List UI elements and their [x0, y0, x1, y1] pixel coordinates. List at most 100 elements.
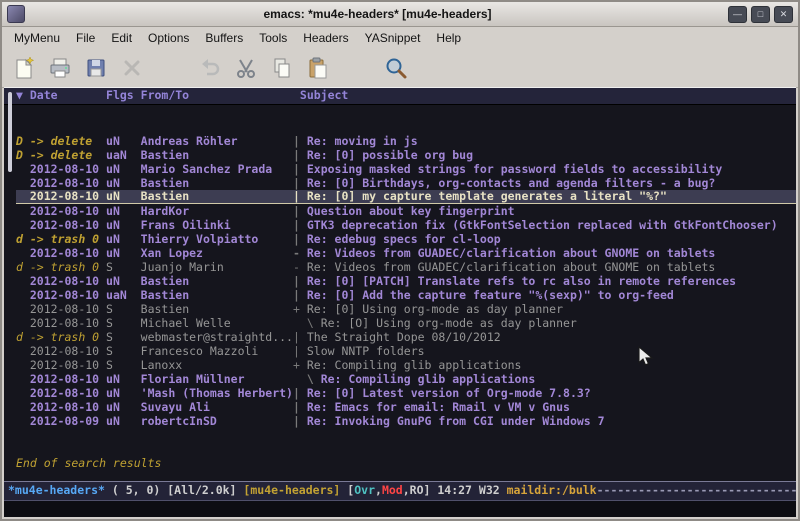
toolbar-button-new-file[interactable] — [10, 54, 38, 82]
field-flags: uN — [106, 246, 141, 260]
menu-item-options[interactable]: Options — [140, 29, 197, 47]
field-date: 2012-08-10 — [30, 176, 106, 190]
field-mark — [16, 189, 30, 203]
field-sep: \ — [293, 316, 321, 330]
message-row[interactable]: 2012-08-10 uN Mario Sanchez Prada | Expo… — [16, 162, 796, 176]
column-header-subject[interactable]: Subject — [300, 88, 348, 102]
field-subject: Re: edebug specs for cl-loop — [307, 232, 501, 246]
menu-item-mymenu[interactable]: MyMenu — [6, 29, 68, 47]
menu-item-edit[interactable]: Edit — [103, 29, 140, 47]
field-date: -> delete — [30, 134, 106, 148]
message-row[interactable]: d -> trash 0 S Juanjo Marin - Re: Videos… — [16, 260, 796, 274]
message-row[interactable]: 2012-08-10 uN Suvayu Ali | Re: Emacs for… — [16, 400, 796, 414]
field-sep: | — [293, 148, 307, 162]
toolbar-button-copy[interactable] — [268, 54, 296, 82]
field-from: Mario Sanchez Prada — [141, 162, 293, 176]
menu-item-buffers[interactable]: Buffers — [197, 29, 251, 47]
field-mark — [16, 358, 30, 372]
field-date: 2012-08-10 — [30, 316, 106, 330]
message-row[interactable]: 2012-08-10 uN Bastien | Re: [0] my captu… — [16, 190, 796, 204]
menu-item-file[interactable]: File — [68, 29, 103, 47]
field-sep: | — [293, 330, 307, 344]
field-sep: | — [293, 414, 307, 428]
message-row[interactable]: 2012-08-10 S Michael Welle \ Re: [O] Usi… — [16, 316, 796, 330]
toolbar-button-print[interactable] — [46, 54, 74, 82]
message-row[interactable]: d -> trash 0 uN Thierry Volpiatto | Re: … — [16, 232, 796, 246]
field-mark — [16, 344, 30, 358]
message-row[interactable]: 2012-08-10 S Bastien + Re: [0] Using org… — [16, 302, 796, 316]
column-header-flags[interactable]: Flgs — [106, 88, 141, 102]
menu-item-yasnippet[interactable]: YASnippet — [357, 29, 429, 47]
field-from: Bastien — [141, 274, 293, 288]
menu-item-tools[interactable]: Tools — [251, 29, 295, 47]
message-row[interactable]: 2012-08-10 uN Xan Lopez - Re: Videos fro… — [16, 246, 796, 260]
field-mark — [16, 274, 30, 288]
field-from: Bastien — [141, 176, 293, 190]
toolbar-button-paste[interactable] — [304, 54, 332, 82]
field-from: Francesco Mazzoli — [141, 344, 293, 358]
toolbar-button-undo[interactable] — [196, 54, 224, 82]
toolbar-button-cut[interactable] — [232, 54, 260, 82]
message-row[interactable]: 2012-08-10 S Francesco Mazzoli | Slow NN… — [16, 344, 796, 358]
message-row[interactable]: 2012-08-10 uN Florian Müllner \ Re: Comp… — [16, 372, 796, 386]
field-mark — [16, 386, 30, 400]
message-row[interactable]: 2012-08-10 uN 'Mash (Thomas Herbert)| Re… — [16, 386, 796, 400]
field-flags: uaN — [106, 148, 141, 162]
field-flags: S — [106, 330, 141, 344]
menu-item-headers[interactable]: Headers — [295, 29, 356, 47]
column-header-from[interactable]: From/To — [141, 88, 300, 102]
emacs-window: emacs: *mu4e-headers* [mu4e-headers] — □… — [0, 0, 800, 521]
mode-line-segment: , — [375, 483, 382, 497]
toolbar-button-search[interactable] — [382, 54, 410, 82]
field-subject: Re: [0] my capture template generates a … — [307, 189, 667, 203]
message-row[interactable]: 2012-08-10 uN Frans Oilinki | GTK3 depre… — [16, 218, 796, 232]
field-from: webmaster@straightd... — [141, 330, 293, 344]
field-sep: | — [293, 189, 307, 203]
field-flags: uN — [106, 372, 141, 386]
field-subject: Re: moving in js — [307, 134, 418, 148]
field-mark — [16, 176, 30, 190]
field-from: Andreas Röhler — [141, 134, 293, 148]
field-mark: D — [16, 134, 30, 148]
field-mark: d — [16, 232, 30, 246]
column-header-date[interactable]: ▼ Date — [16, 88, 106, 102]
field-date: 2012-08-10 — [30, 386, 106, 400]
scrollbar[interactable] — [4, 88, 14, 483]
emacs-app-icon — [7, 5, 25, 23]
message-row[interactable]: 2012-08-10 S Lanoxx + Re: Compiling glib… — [16, 358, 796, 372]
field-date: 2012-08-09 — [30, 414, 106, 428]
field-sep: | — [293, 386, 307, 400]
message-row[interactable]: D -> delete uaN Bastien | Re: [0] possib… — [16, 148, 796, 162]
menu-item-help[interactable]: Help — [428, 29, 469, 47]
minimize-button[interactable]: — — [728, 6, 747, 23]
message-row[interactable]: D -> delete uN Andreas Röhler | Re: movi… — [16, 134, 796, 148]
message-row[interactable]: d -> trash 0 S webmaster@straightd...| T… — [16, 330, 796, 344]
message-row[interactable]: 2012-08-10 uN HardKor | Question about k… — [16, 204, 796, 218]
field-mark: d — [16, 260, 30, 274]
maximize-button[interactable]: □ — [751, 6, 770, 23]
field-date: -> trash 0 — [30, 232, 106, 246]
toolbar-button-save[interactable] — [82, 54, 110, 82]
copy-icon — [270, 56, 294, 80]
title-bar: emacs: *mu4e-headers* [mu4e-headers] — □… — [2, 2, 798, 27]
mode-line-segment: ( 5, 0) [All/2.0k] — [105, 483, 243, 497]
message-row[interactable]: 2012-08-10 uN Bastien | Re: [0] Birthday… — [16, 176, 796, 190]
message-row[interactable]: 2012-08-10 uN Bastien | Re: [0] [PATCH] … — [16, 274, 796, 288]
field-flags: uN — [106, 386, 141, 400]
field-mark — [16, 372, 30, 386]
message-row[interactable]: 2012-08-09 uN robertcInSD | Re: Invoking… — [16, 414, 796, 428]
search-icon — [384, 56, 408, 80]
print-icon — [48, 56, 72, 80]
field-flags: uN — [106, 414, 141, 428]
field-date: 2012-08-10 — [30, 189, 106, 203]
close-button[interactable]: ✕ — [774, 6, 793, 23]
field-subject: Re: Invoking GnuPG from CGI under Window… — [307, 414, 605, 428]
mode-line-segment: ----------------------------------------… — [597, 483, 796, 497]
field-flags: uN — [106, 204, 141, 218]
message-row[interactable]: 2012-08-10 uaN Bastien | Re: [0] Add the… — [16, 288, 796, 302]
field-sep: | — [293, 288, 307, 302]
toolbar-button-close[interactable] — [118, 54, 146, 82]
field-date: 2012-08-10 — [30, 218, 106, 232]
echo-area[interactable] — [4, 501, 796, 517]
scrollbar-thumb[interactable] — [8, 92, 12, 172]
